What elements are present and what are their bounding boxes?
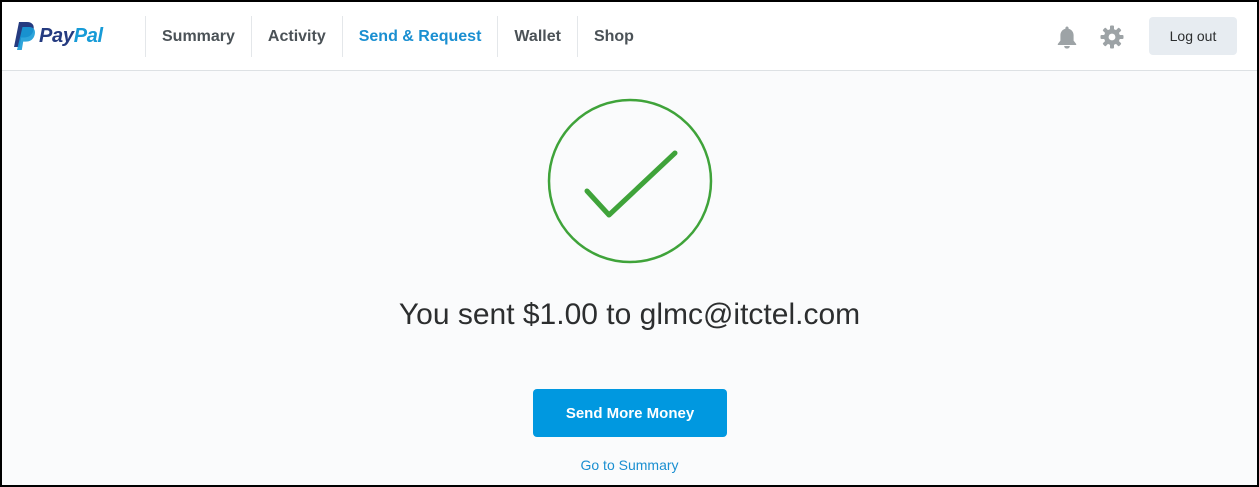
paypal-wordmark: PayPal — [39, 25, 103, 48]
checkmark-icon — [547, 98, 713, 264]
tab-summary[interactable]: Summary — [145, 16, 251, 57]
bell-icon[interactable] — [1056, 25, 1078, 49]
paypal-logo[interactable]: PayPal — [10, 19, 103, 53]
send-more-money-button[interactable]: Send More Money — [533, 389, 727, 437]
paypal-logo-icon — [14, 22, 35, 50]
wordmark-pay: Pay — [39, 24, 74, 47]
logout-button[interactable]: Log out — [1149, 17, 1237, 55]
tab-activity[interactable]: Activity — [250, 16, 342, 57]
go-to-summary-link[interactable]: Go to Summary — [2, 457, 1257, 473]
paypal-window: PayPal Summary Activity Send & Request W… — [0, 0, 1259, 487]
gear-icon[interactable] — [1100, 25, 1124, 49]
tab-shop[interactable]: Shop — [576, 16, 650, 57]
wordmark-pal: Pal — [73, 24, 103, 47]
nav-tabs: Summary Activity Send & Request Wallet S… — [145, 16, 650, 57]
confirmation-message: You sent $1.00 to glmc@itctel.com — [398, 298, 861, 331]
tab-send-request[interactable]: Send & Request — [341, 16, 498, 57]
top-navbar: PayPal Summary Activity Send & Request W… — [2, 2, 1257, 71]
tab-wallet[interactable]: Wallet — [497, 16, 577, 57]
